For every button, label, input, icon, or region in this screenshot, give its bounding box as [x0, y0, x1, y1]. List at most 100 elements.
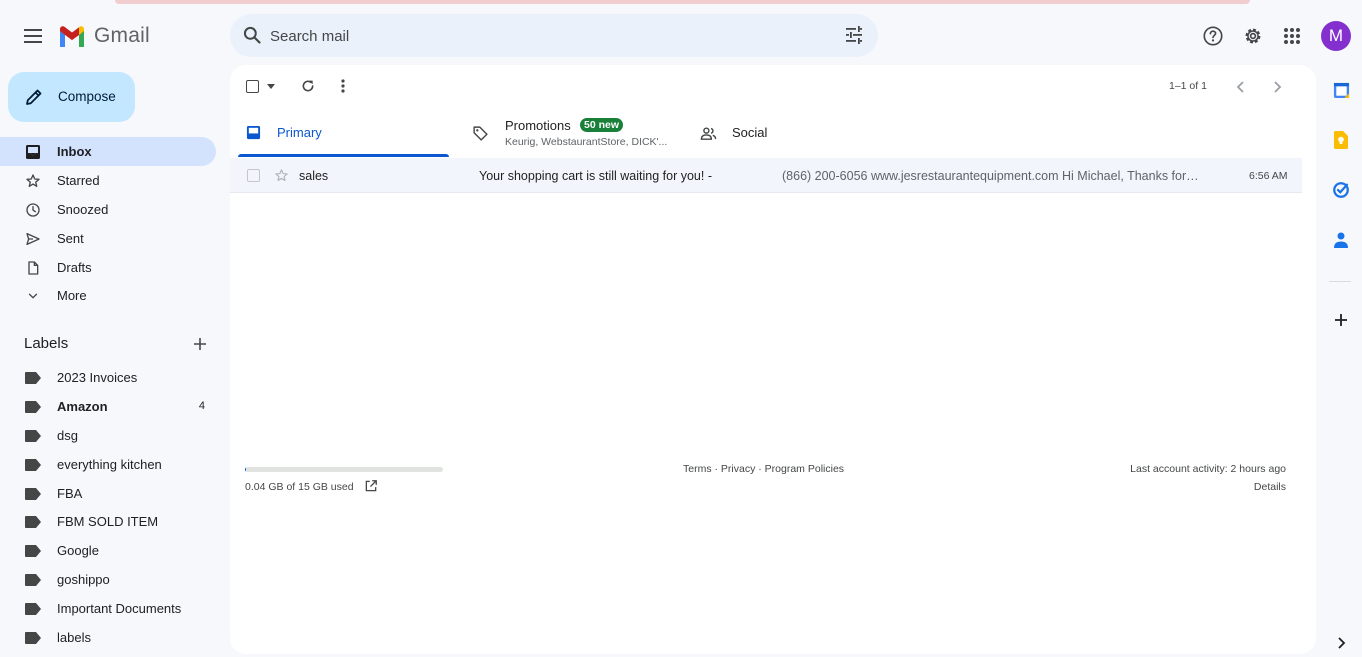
label-name: 2023 Invoices: [57, 370, 138, 385]
get-addons-button[interactable]: [1332, 311, 1350, 329]
contacts-icon: [1334, 232, 1348, 248]
create-label-button[interactable]: [190, 334, 210, 354]
gmail-m-icon: [60, 26, 84, 47]
more-options-button[interactable]: [341, 77, 345, 95]
details-link[interactable]: Details: [1254, 481, 1286, 493]
sidebar-item-label: More: [57, 288, 87, 303]
keep-app-button[interactable]: [1332, 131, 1350, 149]
compose-button[interactable]: Compose: [8, 72, 135, 122]
tab-label: Primary: [277, 125, 322, 140]
chevron-left-icon: [1236, 81, 1244, 93]
label-tag-icon: [24, 513, 41, 530]
label-tag-icon: [24, 427, 41, 444]
storage-used: 0.04 GB of 15 GB used: [245, 481, 354, 493]
tasks-icon: [1333, 182, 1349, 198]
sidebar-label-item[interactable]: FBM SOLD ITEM: [0, 507, 216, 536]
tab-primary[interactable]: Primary: [238, 109, 449, 158]
compose-label: Compose: [58, 89, 116, 104]
select-all-checkbox[interactable]: [246, 77, 275, 95]
gmail-logo[interactable]: Gmail: [58, 24, 150, 48]
tasks-app-button[interactable]: [1332, 181, 1350, 199]
star-icon[interactable]: [274, 168, 289, 183]
plus-icon: [194, 338, 206, 350]
sidebar-label-item[interactable]: Important Documents: [0, 594, 216, 623]
label-tag-icon: [24, 629, 41, 646]
main-menu-button[interactable]: [19, 22, 47, 50]
label-name: FBM SOLD ITEM: [57, 514, 159, 529]
label-name: goshippo: [57, 572, 110, 587]
label-tag-icon: [24, 485, 41, 502]
labels-heading: Labels: [24, 335, 69, 352]
settings-button[interactable]: [1241, 24, 1265, 48]
sidebar-label-item[interactable]: labels: [0, 623, 216, 652]
plus-icon: [1335, 314, 1347, 326]
keep-icon: [1334, 131, 1348, 149]
app-name: Gmail: [94, 24, 150, 47]
label-name: Amazon: [57, 399, 108, 414]
open-in-new-icon[interactable]: [364, 479, 378, 493]
draft-icon: [24, 259, 41, 276]
sidebar-item-label: Inbox: [57, 144, 92, 159]
more-vert-icon: [341, 79, 345, 93]
label-tag-icon: [24, 571, 41, 588]
calendar-app-button[interactable]: [1332, 81, 1350, 99]
storage-meter: [245, 467, 443, 472]
chevron-right-icon: [1338, 637, 1346, 649]
active-tab-indicator: [238, 154, 449, 157]
sidebar-item-label: Snoozed: [57, 202, 109, 217]
sidebar-item-snoozed[interactable]: Snoozed: [0, 195, 216, 224]
tab-label: Social: [732, 125, 768, 140]
people-icon: [700, 127, 717, 140]
caret-down-icon[interactable]: [267, 83, 275, 89]
search-input[interactable]: [270, 24, 830, 48]
sidebar-label-item[interactable]: everything kitchen: [0, 450, 216, 479]
apps-button[interactable]: [1280, 24, 1304, 48]
clock-icon: [24, 201, 41, 218]
contacts-app-button[interactable]: [1332, 231, 1350, 249]
last-account-activity: Last account activity: 2 hours ago: [1130, 463, 1286, 475]
sidebar-label-item[interactable]: dsg: [0, 421, 216, 450]
table-row[interactable]: sales Your shopping cart is still waitin…: [230, 158, 1302, 193]
sidebar-item-sent[interactable]: Sent: [0, 224, 216, 253]
newer-button[interactable]: [1236, 78, 1246, 96]
tab-social[interactable]: Social: [692, 109, 902, 158]
older-button[interactable]: [1272, 78, 1282, 96]
sidebar-label-item[interactable]: FBA: [0, 479, 216, 508]
top-banner-strip: [115, 0, 1250, 4]
sidebar-label-item[interactable]: goshippo: [0, 565, 216, 594]
rail-divider: [1329, 281, 1351, 282]
footer-links[interactable]: Terms · Privacy · Program Policies: [683, 463, 844, 475]
search-bar[interactable]: [230, 14, 878, 57]
email-sender: sales: [299, 169, 329, 183]
star-icon: [24, 172, 41, 189]
sidebar-item-inbox[interactable]: Inbox: [0, 137, 216, 166]
label-name: Important Documents: [57, 601, 182, 616]
gear-icon: [1245, 28, 1261, 44]
label-unread-count: 4: [198, 400, 205, 412]
row-checkbox[interactable]: [247, 169, 260, 182]
sidebar-label-item[interactable]: Google: [0, 536, 216, 565]
support-button[interactable]: [1201, 24, 1225, 48]
label-name: FBA: [57, 486, 83, 501]
label-name: labels: [57, 630, 91, 645]
sidebar-item-drafts[interactable]: Drafts: [0, 253, 216, 282]
chevron-right-icon: [1274, 81, 1282, 93]
search-icon[interactable]: [242, 25, 262, 45]
show-side-panel-button[interactable]: [1332, 634, 1350, 652]
label-tag-icon: [24, 369, 41, 386]
search-options-icon[interactable]: [844, 25, 864, 45]
calendar-icon: [1333, 82, 1349, 98]
help-icon: [1203, 26, 1223, 46]
sidebar-item-more[interactable]: More: [0, 281, 216, 310]
tab-promotions[interactable]: Promotions: [465, 109, 685, 158]
sidebar-label-item[interactable]: Amazon 4: [0, 392, 216, 421]
email-subject: Your shopping cart is still waiting for …: [479, 169, 712, 183]
refresh-icon: [302, 80, 314, 92]
account-avatar[interactable]: M: [1321, 21, 1351, 51]
label-tag-icon: [24, 398, 41, 415]
sidebar-label-item[interactable]: 2023 Invoices: [0, 363, 216, 392]
sidebar-item-starred[interactable]: Starred: [0, 166, 216, 195]
refresh-button[interactable]: [300, 77, 316, 95]
email-time: 6:56 AM: [1249, 170, 1288, 182]
label-name: everything kitchen: [57, 457, 162, 472]
